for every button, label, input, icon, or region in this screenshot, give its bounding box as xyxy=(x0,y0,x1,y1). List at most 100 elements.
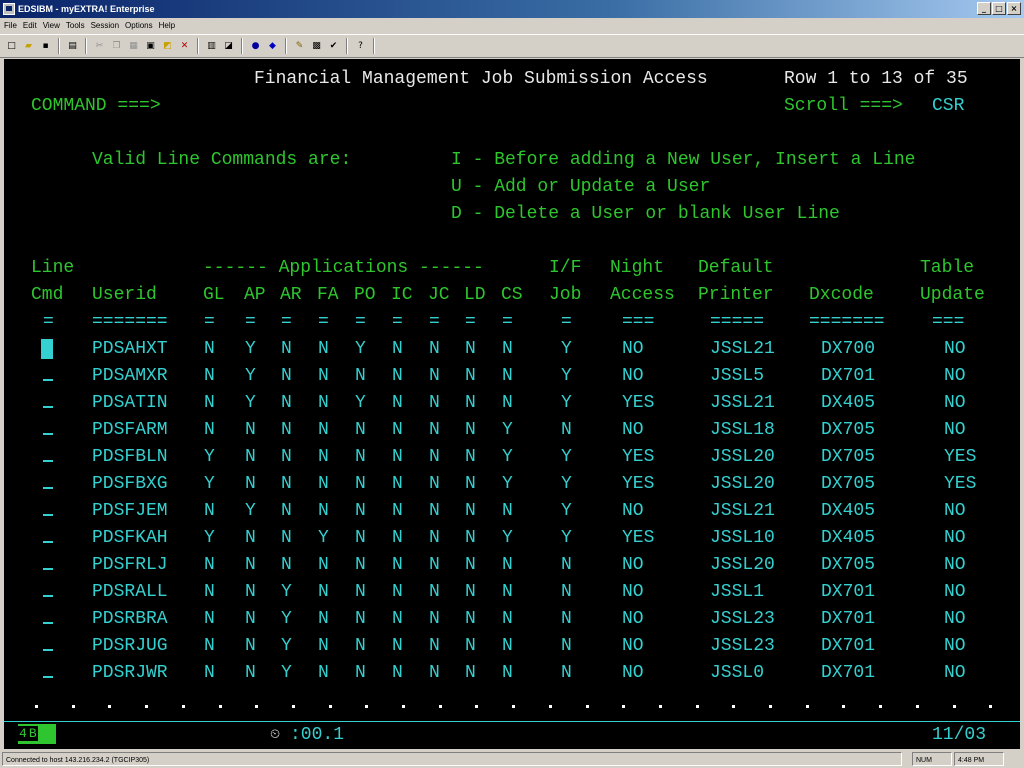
line-command-input[interactable] xyxy=(43,568,53,570)
maximize-button[interactable]: □ xyxy=(992,2,1006,15)
cut-icon[interactable]: ✂ xyxy=(92,39,107,54)
cell-update: NO xyxy=(944,663,966,683)
cell-app-ic: N xyxy=(392,555,403,575)
cell-app-jc: N xyxy=(429,366,440,386)
header-access: Access xyxy=(610,285,675,305)
cell-app-ar: N xyxy=(281,447,292,467)
save-icon[interactable]: ▪ xyxy=(38,39,53,54)
cell-app-ic: N xyxy=(392,366,403,386)
cell-update: NO xyxy=(944,555,966,575)
underline-job: = xyxy=(561,312,572,332)
line-command-input[interactable] xyxy=(43,676,53,678)
page-icon[interactable]: ▣ xyxy=(143,39,158,54)
cell-update: NO xyxy=(944,393,966,413)
cell-app-jc: N xyxy=(429,582,440,602)
copy-icon[interactable]: ❐ xyxy=(109,39,124,54)
scroll-value[interactable]: CSR xyxy=(932,95,964,117)
scroll-label: Scroll ===> xyxy=(784,96,903,116)
cell-app-ic: N xyxy=(392,663,403,683)
response-timer: :00.1 xyxy=(290,725,345,745)
status-bar: Connected to host 143.216.234.2 (TGCIP30… xyxy=(0,751,1024,768)
line-command-input[interactable] xyxy=(41,339,53,359)
menu-options[interactable]: Options xyxy=(125,18,153,34)
macro-icon[interactable]: ◩ xyxy=(160,39,175,54)
cell-access: NO xyxy=(622,366,644,386)
cell-app-fa: N xyxy=(318,339,329,359)
cell-app-ar: Y xyxy=(281,609,292,629)
cell-userid: PDSATIN xyxy=(92,393,168,413)
print-icon[interactable]: ▤ xyxy=(65,39,80,54)
menu-view[interactable]: View xyxy=(43,18,60,34)
cell-app-cs: N xyxy=(502,393,513,413)
paste-icon[interactable]: ▦ xyxy=(126,39,141,54)
line-command-input[interactable] xyxy=(43,595,53,597)
color-icon[interactable]: ◆ xyxy=(265,39,280,54)
line-command-input[interactable] xyxy=(43,460,53,462)
menu-file[interactable]: File xyxy=(4,18,17,34)
cell-job: N xyxy=(561,420,572,440)
cell-app-jc: N xyxy=(429,339,440,359)
cell-dxcode: DX700 xyxy=(821,339,876,359)
cell-app-ap: N xyxy=(245,582,256,602)
disconnect-icon[interactable]: ◪ xyxy=(221,39,236,54)
line-command-input[interactable] xyxy=(43,406,53,408)
cell-app-fa: N xyxy=(318,366,329,386)
tools-icon[interactable]: ✕ xyxy=(177,39,192,54)
cell-app-gl: N xyxy=(204,663,215,683)
cell-access: NO xyxy=(622,636,644,656)
line-command-input[interactable] xyxy=(43,514,53,516)
menu-tools[interactable]: Tools xyxy=(66,18,85,34)
cell-app-fa: N xyxy=(318,636,329,656)
record-icon[interactable]: ● xyxy=(248,39,263,54)
terminal-screen[interactable]: Financial Management Job Submission Acce… xyxy=(4,59,1020,749)
underline-app-ic: = xyxy=(392,312,403,332)
header-app-po: PO xyxy=(354,285,376,305)
menu-edit[interactable]: Edit xyxy=(23,18,37,34)
cell-userid: PDSRALL xyxy=(92,582,168,602)
close-button[interactable]: × xyxy=(1007,2,1021,15)
line-command-input[interactable] xyxy=(43,487,53,489)
line-command-input[interactable] xyxy=(43,622,53,624)
cell-job: N xyxy=(561,555,572,575)
edit-icon[interactable]: ✔ xyxy=(326,39,341,54)
cell-app-ic: N xyxy=(392,609,403,629)
cell-app-ap: N xyxy=(245,420,256,440)
menu-session[interactable]: Session xyxy=(91,18,119,34)
menu-help[interactable]: Help xyxy=(159,18,175,34)
cell-printer: JSSL23 xyxy=(710,636,775,656)
edit-icon[interactable]: ✎ xyxy=(292,39,307,54)
underline-printer: ===== xyxy=(710,312,765,332)
connect-icon[interactable]: ▥ xyxy=(204,39,219,54)
cell-app-ic: N xyxy=(392,447,403,467)
cell-app-gl: Y xyxy=(204,447,215,467)
cell-app-cs: N xyxy=(502,582,513,602)
cell-app-po: N xyxy=(355,501,366,521)
cell-app-cs: N xyxy=(502,555,513,575)
cell-printer: JSSL21 xyxy=(710,501,775,521)
cell-access: NO xyxy=(622,609,644,629)
header-userid: Userid xyxy=(92,285,157,305)
line-command-input[interactable] xyxy=(43,541,53,543)
cell-dxcode: DX705 xyxy=(821,474,876,494)
minimize-button[interactable]: _ xyxy=(977,2,991,15)
cell-app-ar: N xyxy=(281,393,292,413)
cell-access: NO xyxy=(622,582,644,602)
cell-job: Y xyxy=(561,447,572,467)
cell-app-ic: N xyxy=(392,636,403,656)
line-command-input[interactable] xyxy=(43,379,53,381)
cell-printer: JSSL10 xyxy=(710,528,775,548)
line-command-input[interactable] xyxy=(43,649,53,651)
help-icon[interactable]: ? xyxy=(353,39,368,54)
new-icon[interactable]: □ xyxy=(4,39,19,54)
header-default: Default xyxy=(698,258,774,278)
cell-dxcode: DX701 xyxy=(821,636,876,656)
edit-icon[interactable]: ▩ xyxy=(309,39,324,54)
open-icon[interactable]: ▰ xyxy=(21,39,36,54)
command-insert: I - Before adding a New User, Insert a L… xyxy=(451,150,916,170)
clock-icon: ⏲ xyxy=(270,727,281,742)
cell-app-jc: N xyxy=(429,447,440,467)
cell-app-ic: N xyxy=(392,474,403,494)
cell-app-jc: N xyxy=(429,528,440,548)
cell-dxcode: DX405 xyxy=(821,393,876,413)
line-command-input[interactable] xyxy=(43,433,53,435)
